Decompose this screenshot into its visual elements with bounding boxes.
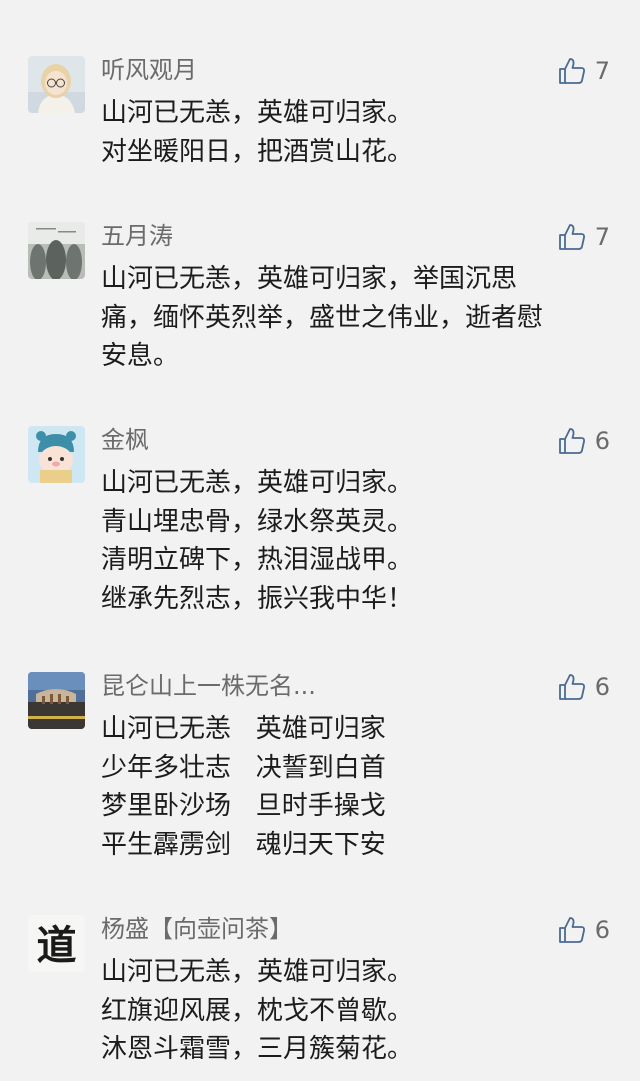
comment-line: 山河已无恙，英雄可归家。 xyxy=(101,957,414,987)
like-button[interactable]: 7 xyxy=(557,222,610,252)
like-button[interactable]: 6 xyxy=(557,672,610,702)
avatar[interactable] xyxy=(28,426,85,483)
comment-line: 山河已无恙，英雄可归家。 xyxy=(101,98,414,128)
thumbs-up-icon xyxy=(558,428,585,454)
comment-line: 青山埋忠骨，绿水祭英灵。 xyxy=(101,506,414,537)
like-count: 6 xyxy=(594,673,610,701)
like-count: 6 xyxy=(594,427,610,455)
comment-line: 少年多壮志 决誓到白首 xyxy=(101,752,386,783)
comment-line: 痛，缅怀英烈举，盛世之伟业，逝者慰 xyxy=(101,302,544,333)
avatar[interactable]: 道 xyxy=(28,915,85,972)
thumbs-up-icon xyxy=(558,917,585,943)
comment-line: 对坐暖阳日，把酒赏山花。 xyxy=(101,136,414,167)
comment-text: 山河已无恙 英雄可归家 少年多壮志 决誓到白首 梦里卧沙场 旦时手操戈 平生霹雳… xyxy=(101,710,601,864)
like-button[interactable]: 6 xyxy=(557,915,610,945)
thumbs-up-icon xyxy=(558,58,585,84)
comment-line: 平生霹雳剑 魂归天下安 xyxy=(101,829,386,860)
comment-line: 清明立碑下，热泪湿战甲。 xyxy=(101,545,414,575)
comment-line: 继承先烈志，振兴我中华！ xyxy=(101,583,414,614)
comment-line: 沐恩斗霜雪，三月簇菊花。 xyxy=(101,1034,414,1064)
avatar-glyph: 道 xyxy=(37,922,77,969)
comment-text: 山河已无恙，英雄可归家。 对坐暖阳日，把酒赏山花。 xyxy=(101,94,601,171)
like-button[interactable]: 7 xyxy=(557,56,610,86)
comment-text: 山河已无恙，英雄可归家。 青山埋忠骨，绿水祭英灵。 清明立碑下，热泪湿战甲。 继… xyxy=(101,464,601,618)
nickname[interactable]: 昆仑山上一株无名... xyxy=(101,672,316,700)
nickname[interactable]: 五月涛 xyxy=(101,222,173,250)
comment-text: 山河已无恙，英雄可归家。 红旗迎风展，枕戈不曾歇。 沐恩斗霜雪，三月簇菊花。 xyxy=(101,953,601,1069)
comment-text: 山河已无恙，英雄可归家，举国沉思 痛，缅怀英烈举，盛世之伟业，逝者慰 安息。 xyxy=(101,260,601,376)
nickname[interactable]: 金枫 xyxy=(101,426,149,454)
avatar[interactable] xyxy=(28,222,85,279)
thumbs-up-icon xyxy=(558,224,585,250)
avatar[interactable] xyxy=(28,56,85,113)
comment-line: 山河已无恙，英雄可归家，举国沉思 xyxy=(101,264,518,294)
like-count: 6 xyxy=(594,916,610,944)
nickname[interactable]: 杨盛【向壶问茶】 xyxy=(101,915,293,943)
comment-line: 安息。 xyxy=(101,341,180,371)
comment-line: 山河已无恙，英雄可归家。 xyxy=(101,468,414,498)
like-count: 7 xyxy=(594,57,610,85)
comment-line: 梦里卧沙场 旦时手操戈 xyxy=(101,791,386,821)
comment-line: 山河已无恙 英雄可归家 xyxy=(101,714,386,744)
nickname[interactable]: 听风观月 xyxy=(101,56,197,84)
like-count: 7 xyxy=(594,223,610,251)
comment-line: 红旗迎风展，枕戈不曾歇。 xyxy=(101,995,414,1026)
like-button[interactable]: 6 xyxy=(557,426,610,456)
avatar[interactable] xyxy=(28,672,85,729)
thumbs-up-icon xyxy=(558,674,585,700)
